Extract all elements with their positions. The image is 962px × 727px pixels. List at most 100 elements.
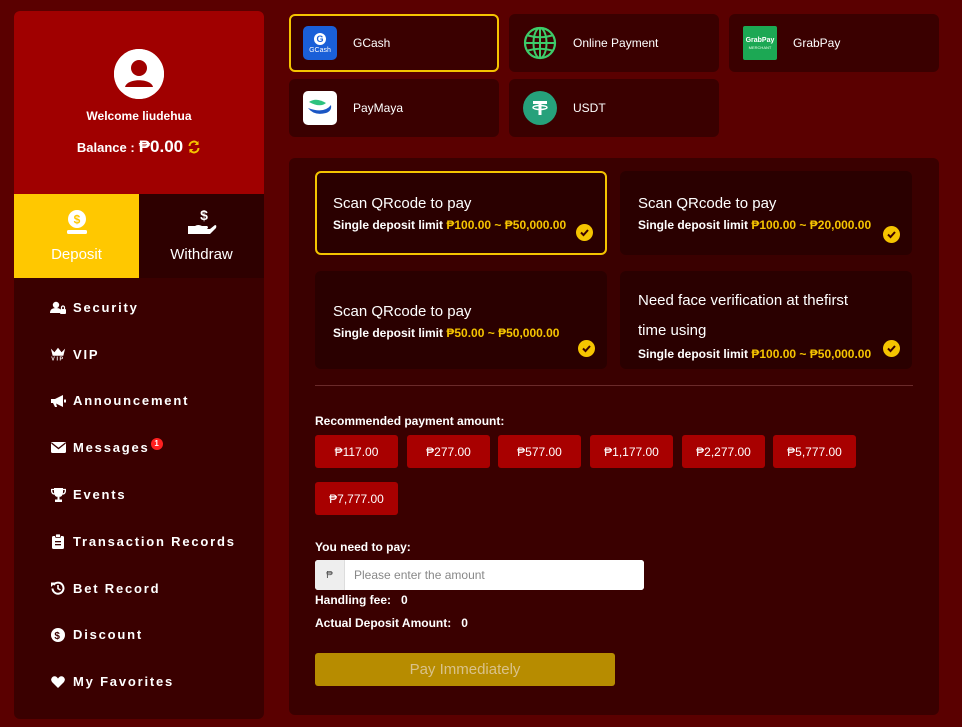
limit-min: ₱100.00: [751, 218, 797, 232]
limit-max: ₱20,000.00: [809, 218, 872, 232]
handling-fee-label: Handling fee:: [315, 593, 392, 607]
currency-symbol: ₱: [315, 560, 345, 590]
amount-option-button[interactable]: ₱5,777.00: [773, 435, 856, 468]
amount-option-button[interactable]: ₱277.00: [407, 435, 490, 468]
tab-withdraw-label: Withdraw: [170, 246, 233, 263]
limit-min: ₱50.00: [446, 326, 485, 340]
welcome-text: Welcome liudehua: [86, 109, 192, 123]
sidebar-item-transaction-records[interactable]: Transaction Records: [14, 518, 264, 565]
actual-deposit-row: Actual Deposit Amount: 0: [315, 616, 468, 630]
sidebar-item-label: Messages: [73, 440, 150, 456]
sidebar-item-label: Announcement: [73, 393, 190, 409]
limit-max: ₱50,000.00: [504, 218, 567, 232]
svg-text:$: $: [73, 213, 80, 227]
amount-option-button[interactable]: ₱117.00: [315, 435, 398, 468]
sidebar-item-label: Security: [73, 299, 139, 315]
svg-text:$: $: [200, 208, 208, 223]
clipboard-icon: [50, 533, 66, 549]
user-lock-icon: [50, 301, 66, 314]
amount-option-button[interactable]: ₱1,177.00: [590, 435, 673, 468]
sidebar-item-announcement[interactable]: Announcement: [14, 378, 264, 425]
payment-method-label: PayMaya: [353, 101, 404, 115]
sidebar-menu: Security VIP VIP Announcement Messages 1: [14, 278, 264, 705]
heart-icon: [50, 676, 66, 688]
sidebar-item-messages[interactable]: Messages 1: [14, 424, 264, 471]
payment-method-label: Online Payment: [573, 36, 659, 50]
balance-value: ₱0.00: [138, 137, 184, 156]
channel-card[interactable]: Scan QRcode to pay Single deposit limit …: [315, 171, 607, 255]
payment-method-grabpay[interactable]: GrabPay MERCHANT GrabPay: [729, 14, 939, 72]
limit-sep: ~: [796, 218, 810, 232]
tab-deposit[interactable]: $ Deposit: [14, 194, 139, 278]
dollar-circle-icon: $: [50, 627, 66, 642]
tab-withdraw[interactable]: $ Withdraw: [139, 194, 264, 278]
payment-method-label: USDT: [573, 101, 606, 115]
limit-label: Single deposit limit: [638, 347, 749, 361]
limit-label: Single deposit limit: [333, 218, 444, 232]
grabpay-logo-text: GrabPay: [745, 36, 775, 44]
tether-icon: [523, 91, 557, 125]
channel-limit: Single deposit limit ₱100.00 ~ ₱50,000.0…: [638, 347, 894, 361]
channel-card[interactable]: Scan QRcode to pay Single deposit limit …: [315, 271, 607, 369]
need-to-pay-label: You need to pay:: [315, 540, 411, 554]
sidebar-item-label: Events: [73, 487, 127, 503]
recommended-amount-label: Recommended payment amount:: [315, 414, 505, 428]
limit-max: ₱50,000.00: [498, 326, 560, 340]
amount-input[interactable]: [345, 560, 644, 590]
check-icon: [576, 224, 593, 241]
payment-method-label: GCash: [353, 36, 391, 50]
payment-method-label: GrabPay: [793, 36, 841, 50]
grabpay-logo-sub: MERCHANT: [748, 44, 772, 50]
history-icon: [50, 581, 66, 595]
limit-min: ₱100.00: [751, 347, 797, 361]
envelope-icon: [50, 442, 66, 454]
channel-limit: Single deposit limit ₱100.00 ~ ₱50,000.0…: [333, 218, 589, 232]
limit-max: ₱50,000.00: [809, 347, 872, 361]
gcash-logo: G GCash: [303, 26, 337, 60]
hand-dollar-icon: $: [186, 208, 218, 236]
channel-card[interactable]: Need face verification at thefirst time …: [620, 271, 912, 369]
channel-limit: Single deposit limit ₱50.00 ~ ₱50,000.00: [333, 326, 589, 340]
sidebar-item-label: My Favorites: [73, 674, 175, 690]
actual-deposit-value: 0: [461, 616, 468, 630]
channel-title: Need face verification at thefirst time …: [638, 292, 849, 339]
payment-method-usdt[interactable]: USDT: [509, 79, 719, 137]
refresh-icon[interactable]: [187, 140, 201, 154]
profile-card: Welcome liudehua Balance : ₱0.00: [14, 11, 264, 194]
sidebar-item-events[interactable]: Events: [14, 471, 264, 518]
megaphone-icon: [50, 394, 66, 408]
deposit-withdraw-tabs: $ Deposit $ Withdraw: [14, 194, 264, 278]
gcash-logo-text: GCash: [309, 47, 331, 54]
amount-option-button[interactable]: ₱7,777.00: [315, 482, 398, 515]
limit-label: Single deposit limit: [638, 218, 749, 232]
sidebar-item-bet-record[interactable]: Bet Record: [14, 565, 264, 612]
amount-option-button[interactable]: ₱577.00: [498, 435, 581, 468]
channel-limit: Single deposit limit ₱100.00 ~ ₱20,000.0…: [638, 218, 894, 232]
limit-label: Single deposit limit: [333, 326, 444, 340]
tab-deposit-label: Deposit: [51, 246, 102, 263]
divider: [315, 385, 913, 386]
channel-title: Scan QRcode to pay: [333, 303, 472, 320]
balance-row: Balance : ₱0.00: [77, 137, 201, 157]
handling-fee-row: Handling fee: 0: [315, 593, 408, 607]
payment-method-paymaya[interactable]: PayMaya: [289, 79, 499, 137]
paymaya-logo: [303, 91, 337, 125]
sidebar-item-my-favorites[interactable]: My Favorites: [14, 658, 264, 705]
payment-method-gcash[interactable]: G GCash GCash: [289, 14, 499, 72]
sidebar-item-label: Bet Record: [73, 580, 161, 596]
avatar[interactable]: [114, 49, 164, 99]
trophy-icon: [50, 487, 66, 502]
sidebar-item-vip[interactable]: VIP VIP: [14, 331, 264, 378]
payment-method-online-payment[interactable]: Online Payment: [509, 14, 719, 72]
check-icon: [578, 340, 595, 357]
pay-immediately-button[interactable]: Pay Immediately: [315, 653, 615, 686]
channel-card[interactable]: Scan QRcode to pay Single deposit limit …: [620, 171, 912, 255]
deposit-panel: Scan QRcode to pay Single deposit limit …: [289, 158, 939, 715]
sidebar-item-label: VIP: [73, 346, 100, 362]
sidebar: Welcome liudehua Balance : ₱0.00 $ Depos…: [14, 11, 264, 719]
sidebar-item-security[interactable]: Security: [14, 284, 264, 331]
sidebar-item-discount[interactable]: $ Discount: [14, 612, 264, 659]
svg-text:$: $: [54, 631, 61, 642]
actual-deposit-label: Actual Deposit Amount:: [315, 616, 452, 630]
amount-option-button[interactable]: ₱2,277.00: [682, 435, 765, 468]
